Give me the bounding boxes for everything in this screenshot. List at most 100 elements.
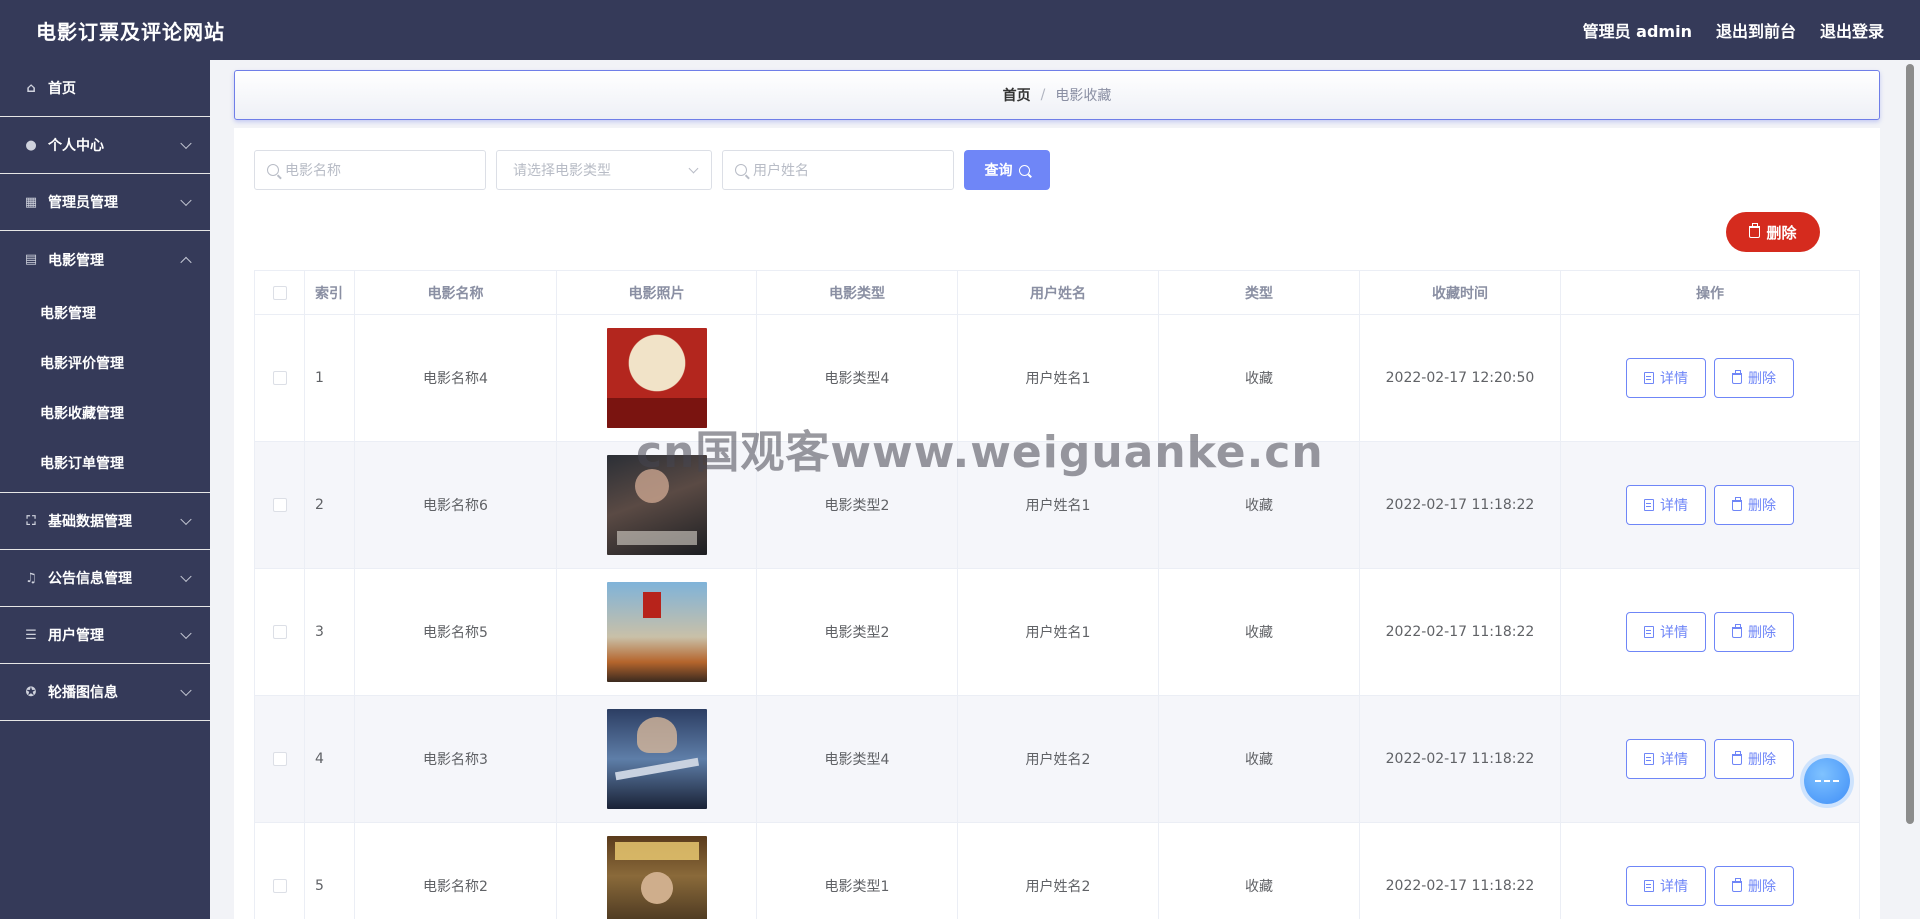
sidebar-item-label: 首页 — [48, 81, 76, 97]
batch-delete-button[interactable]: 删除 — [1726, 212, 1820, 252]
trash-icon — [1732, 623, 1742, 638]
chevron-down-icon — [180, 570, 192, 583]
content-panel: 电影名称 请选择电影类型 用户姓名 查询 删除 索引 电影名称 电影照片 电影类… — [234, 128, 1880, 919]
row-checkbox[interactable] — [272, 752, 287, 766]
submenu-item-movie-favorites[interactable]: 电影收藏管理 — [0, 388, 210, 438]
sidebar-item-basic-data[interactable]: ⛶ 基础数据管理 — [0, 493, 210, 550]
header-movie-type: 电影类型 — [757, 271, 958, 314]
user-name-search-input[interactable]: 用户姓名 — [722, 150, 954, 190]
row-kind: 收藏 — [1159, 823, 1360, 919]
delete-button-label: 删除 — [1748, 879, 1776, 895]
movie-name-placeholder: 电影名称 — [285, 163, 341, 179]
row-user-name: 用户姓名2 — [958, 696, 1159, 822]
query-button[interactable]: 查询 — [964, 150, 1050, 190]
row-movie-name: 电影名称5 — [355, 569, 557, 695]
table-header-row: 索引 电影名称 电影照片 电影类型 用户姓名 类型 收藏时间 操作 — [255, 271, 1859, 315]
sidebar-item-carousel[interactable]: ✪ 轮播图信息 — [0, 664, 210, 721]
detail-button-label: 详情 — [1660, 498, 1688, 514]
delete-button-label: 删除 — [1748, 498, 1776, 514]
row-select-cell — [255, 696, 305, 822]
sidebar-item-label: 用户管理 — [48, 628, 104, 644]
search-bar: 电影名称 请选择电影类型 用户姓名 查询 — [254, 150, 1050, 190]
select-all-checkbox[interactable] — [272, 285, 287, 300]
delete-button-label: 删除 — [1748, 752, 1776, 768]
movie-type-select[interactable]: 请选择电影类型 — [496, 150, 712, 190]
row-favorite-time: 2022-02-17 12:20:50 — [1360, 315, 1561, 441]
submenu-item-movies[interactable]: 电影管理 — [0, 288, 210, 338]
detail-button[interactable]: 详情 — [1626, 485, 1706, 525]
movie-poster[interactable] — [606, 709, 707, 809]
table-row: 2 电影名称6 电影类型2 用户姓名1 收藏 2022-02-17 11:18:… — [255, 442, 1859, 569]
delete-button[interactable]: 删除 — [1714, 866, 1794, 906]
row-operations: 详情 删除 — [1561, 442, 1859, 568]
detail-button[interactable]: 详情 — [1626, 739, 1706, 779]
row-checkbox[interactable] — [272, 625, 287, 639]
row-index: 3 — [305, 569, 355, 695]
detail-button[interactable]: 详情 — [1626, 612, 1706, 652]
submenu-item-movie-reviews[interactable]: 电影评价管理 — [0, 338, 210, 388]
sidebar-item-movie-management[interactable]: ▤ 电影管理 — [0, 231, 210, 288]
batch-delete-label: 删除 — [1766, 223, 1797, 242]
delete-button[interactable]: 删除 — [1714, 485, 1794, 525]
clipboard-icon: ▤ — [24, 252, 38, 267]
exit-to-front-link[interactable]: 退出到前台 — [1716, 18, 1796, 42]
movie-name-search-input[interactable]: 电影名称 — [254, 150, 486, 190]
sidebar-item-users[interactable]: ☰ 用户管理 — [0, 607, 210, 664]
sidebar-item-announcements[interactable]: ♫ 公告信息管理 — [0, 550, 210, 607]
search-icon — [735, 164, 747, 176]
sidebar: ⌂ 首页 ● 个人中心 ▦ 管理员管理 ▤ 电影管理 电影管理 电影评价管理 电… — [0, 60, 210, 919]
row-photo-cell — [557, 696, 757, 822]
sidebar-item-personal-center[interactable]: ● 个人中心 — [0, 117, 210, 174]
trash-icon — [1732, 877, 1742, 892]
row-movie-name: 电影名称3 — [355, 696, 557, 822]
row-kind: 收藏 — [1159, 569, 1360, 695]
header-favorite-time: 收藏时间 — [1360, 271, 1561, 314]
home-icon: ⌂ — [26, 80, 36, 96]
submenu-item-movie-orders[interactable]: 电影订单管理 — [0, 438, 210, 488]
floating-assistant-button[interactable] — [1804, 758, 1850, 804]
row-select-cell — [255, 569, 305, 695]
movie-poster[interactable] — [606, 836, 707, 919]
delete-button[interactable]: 删除 — [1714, 739, 1794, 779]
app-title: 电影订票及评论网站 — [36, 19, 225, 44]
delete-button-label: 删除 — [1748, 371, 1776, 387]
row-select-cell — [255, 315, 305, 441]
header-operations: 操作 — [1696, 285, 1724, 302]
row-user-name: 用户姓名1 — [958, 442, 1159, 568]
detail-button[interactable]: 详情 — [1626, 866, 1706, 906]
movie-poster[interactable] — [606, 328, 707, 428]
main-content: 首页 / 电影收藏 电影名称 请选择电影类型 用户姓名 查询 删除 索引 电影名… — [210, 60, 1900, 919]
document-icon — [1644, 753, 1654, 765]
header-index: 索引 — [305, 271, 355, 314]
row-kind: 收藏 — [1159, 442, 1360, 568]
chevron-down-icon — [180, 194, 192, 207]
document-icon — [1644, 626, 1654, 638]
sidebar-item-label: 管理员管理 — [48, 195, 118, 211]
search-icon — [1018, 164, 1030, 176]
row-index: 2 — [305, 442, 355, 568]
sidebar-item-home[interactable]: ⌂ 首页 — [0, 60, 210, 117]
delete-button-label: 删除 — [1748, 625, 1776, 641]
vertical-scrollbar[interactable] — [1900, 60, 1920, 919]
sidebar-item-label: 轮播图信息 — [48, 685, 118, 701]
breadcrumb-home[interactable]: 首页 — [1003, 85, 1031, 105]
row-photo-cell — [557, 823, 757, 919]
top-bar: 电影订票及评论网站 管理员 admin 退出到前台 退出登录 — [0, 0, 1920, 60]
logout-link[interactable]: 退出登录 — [1820, 18, 1884, 42]
query-button-label: 查询 — [984, 163, 1013, 179]
delete-button[interactable]: 删除 — [1714, 612, 1794, 652]
table-row: 1 电影名称4 电影类型4 用户姓名1 收藏 2022-02-17 12:20:… — [255, 315, 1859, 442]
detail-button[interactable]: 详情 — [1626, 358, 1706, 398]
row-checkbox[interactable] — [272, 371, 287, 385]
movie-poster[interactable] — [606, 455, 707, 555]
row-checkbox[interactable] — [272, 498, 287, 512]
scrollbar-thumb[interactable] — [1906, 64, 1914, 824]
movie-poster[interactable] — [606, 582, 707, 682]
sidebar-item-admin-management[interactable]: ▦ 管理员管理 — [0, 174, 210, 231]
row-checkbox[interactable] — [272, 879, 287, 893]
header-movie-name: 电影名称 — [355, 271, 557, 314]
row-movie-type: 电影类型4 — [757, 696, 958, 822]
trash-icon — [1732, 496, 1742, 511]
delete-button[interactable]: 删除 — [1714, 358, 1794, 398]
breadcrumb-current: 电影收藏 — [1055, 88, 1112, 104]
